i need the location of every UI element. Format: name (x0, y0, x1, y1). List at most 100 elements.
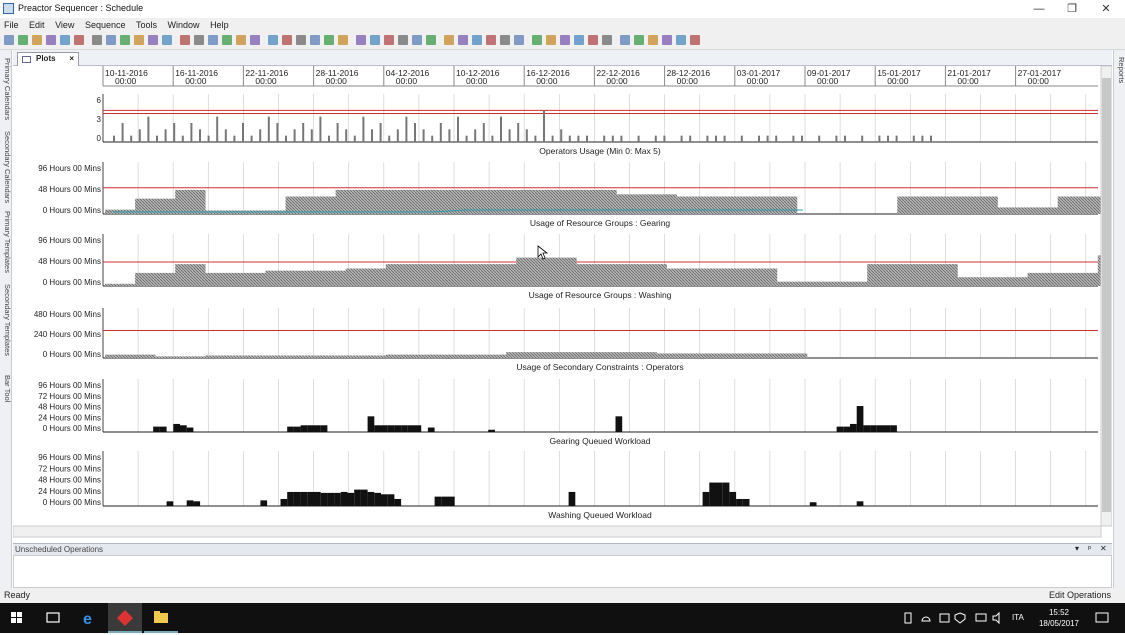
toolbar-tool-icon[interactable] (384, 35, 394, 45)
toolbar-tool-icon[interactable] (236, 35, 246, 45)
dock-tab-primary-templates[interactable]: Primary Templates (0, 208, 12, 276)
usage-bar (1077, 272, 1089, 286)
usage-bar (756, 196, 768, 214)
close-button[interactable]: ✕ (1089, 0, 1123, 18)
usage-bar (987, 277, 998, 286)
toolbar-tool-icon[interactable] (444, 35, 454, 45)
minimize-button[interactable]: — (1022, 0, 1056, 18)
toolbar-tool-icon[interactable] (4, 35, 14, 45)
start-button[interactable] (0, 603, 34, 633)
toolbar-tool-icon[interactable] (676, 35, 686, 45)
close-tab-icon[interactable]: × (69, 54, 74, 63)
workload-bar (809, 502, 817, 506)
toolbar-tool-icon[interactable] (514, 35, 524, 45)
toolbar-tool-icon[interactable] (324, 35, 334, 45)
operator-usage-bar (715, 135, 717, 142)
toolbar-tool-icon[interactable] (18, 35, 28, 45)
task-view-icon[interactable] (36, 603, 70, 633)
toolbar-tool-icon[interactable] (486, 35, 496, 45)
restore-button[interactable]: ❐ (1055, 0, 1089, 18)
pin-icon[interactable]: ᵖ (1088, 544, 1091, 553)
menu-sequence[interactable]: Sequence (81, 18, 130, 30)
dock-tab-bar-tool[interactable]: Bar Tool (0, 372, 12, 406)
toolbar-tool-icon[interactable] (148, 35, 158, 45)
toolbar-tool-icon[interactable] (398, 35, 408, 45)
toolbar-tool-icon[interactable] (106, 35, 116, 45)
toolbar-tool-icon[interactable] (120, 35, 130, 45)
toolbar-tool-icon[interactable] (46, 35, 56, 45)
usage-bar (355, 355, 367, 358)
toolbar-tool-icon[interactable] (648, 35, 658, 45)
toolbar-tool-icon[interactable] (162, 35, 172, 45)
menu-file[interactable]: File (0, 18, 23, 30)
toolbar-tool-icon[interactable] (662, 35, 672, 45)
toolbar-tool-icon[interactable] (60, 35, 70, 45)
toolbar-tool-icon[interactable] (634, 35, 644, 45)
menu-window[interactable]: Window (164, 18, 204, 30)
toolbar-tool-icon[interactable] (180, 35, 190, 45)
toolbar-tool-icon[interactable] (426, 35, 436, 45)
menu-help[interactable]: Help (206, 18, 233, 30)
toolbar-tool-icon[interactable] (356, 35, 366, 45)
app-icon (3, 3, 14, 14)
toolbar-tool-icon[interactable] (602, 35, 612, 45)
toolbar-tool-icon[interactable] (310, 35, 320, 45)
dock-tab-secondary-calendars[interactable]: Secondary Calendars (0, 128, 12, 206)
system-tray-icons[interactable] (900, 611, 1005, 625)
toolbar-tool-icon[interactable] (92, 35, 102, 45)
toolbar-tool-icon[interactable] (222, 35, 232, 45)
usage-bar (516, 352, 527, 358)
clock[interactable]: 15:52 18/05/2017 (1030, 607, 1088, 629)
toolbar-tool-icon[interactable] (560, 35, 570, 45)
toolbar-tool-icon[interactable] (268, 35, 278, 45)
usage-bar (636, 264, 647, 286)
toolbar-tool-icon[interactable] (74, 35, 84, 45)
usage-bar (325, 196, 336, 214)
toolbar-tool-icon[interactable] (208, 35, 218, 45)
workload-bar (381, 425, 388, 432)
workload-bar (441, 496, 448, 506)
toolbar-tool-icon[interactable] (338, 35, 348, 45)
toolbar-tool-icon[interactable] (412, 35, 422, 45)
file-explorer-icon[interactable] (144, 603, 178, 633)
toolbar-tool-icon[interactable] (620, 35, 630, 45)
unscheduled-operations-list[interactable] (13, 555, 1112, 588)
edge-browser-icon[interactable]: e (72, 603, 106, 633)
usage-bar (556, 257, 567, 286)
notifications-icon[interactable] (1094, 611, 1110, 625)
toolbar-tool-icon[interactable] (194, 35, 204, 45)
toolbar-tool-icon[interactable] (134, 35, 144, 45)
operator-usage-bar (792, 135, 795, 142)
operator-usage-bar (525, 129, 528, 142)
usage-bar (1007, 277, 1018, 286)
menu-view[interactable]: View (51, 18, 78, 30)
toolbar-tool-icon[interactable] (296, 35, 306, 45)
operator-usage-bar (285, 135, 287, 142)
panel-menu-icon[interactable]: ▾ (1075, 544, 1079, 553)
toolbar-tool-icon[interactable] (250, 35, 260, 45)
dock-tab-reports[interactable]: Reports (1114, 54, 1125, 86)
plot-title: Usage of Resource Groups : Washing (529, 290, 672, 300)
toolbar-tool-icon[interactable] (282, 35, 292, 45)
dock-tab-primary-calendars[interactable]: Primary Calendars (0, 54, 12, 124)
toolbar-tool-icon[interactable] (690, 35, 700, 45)
menu-edit[interactable]: Edit (25, 18, 49, 30)
dock-tab-secondary-templates[interactable]: Secondary Templates (0, 280, 12, 360)
toolbar-tool-icon[interactable] (500, 35, 510, 45)
tab-plots[interactable]: Plots × (17, 52, 79, 66)
menu-tools[interactable]: Tools (132, 18, 161, 30)
preactor-taskbar-icon[interactable] (108, 603, 142, 633)
toolbar-tool-icon[interactable] (458, 35, 468, 45)
panel-close-icon[interactable]: ✕ (1100, 544, 1107, 553)
toolbar-tool-icon[interactable] (32, 35, 42, 45)
toolbar-tool-icon[interactable] (574, 35, 584, 45)
usage-bar (135, 354, 146, 358)
toolbar-tool-icon[interactable] (588, 35, 598, 45)
toolbar-tool-icon[interactable] (546, 35, 556, 45)
toolbar-tool-icon[interactable] (370, 35, 380, 45)
menu-bar: File Edit View Sequence Tools Window Hel… (0, 18, 1125, 32)
usage-bar (907, 196, 918, 214)
toolbar-tool-icon[interactable] (472, 35, 482, 45)
language-indicator[interactable]: ITA (1012, 613, 1024, 622)
toolbar-tool-icon[interactable] (532, 35, 542, 45)
